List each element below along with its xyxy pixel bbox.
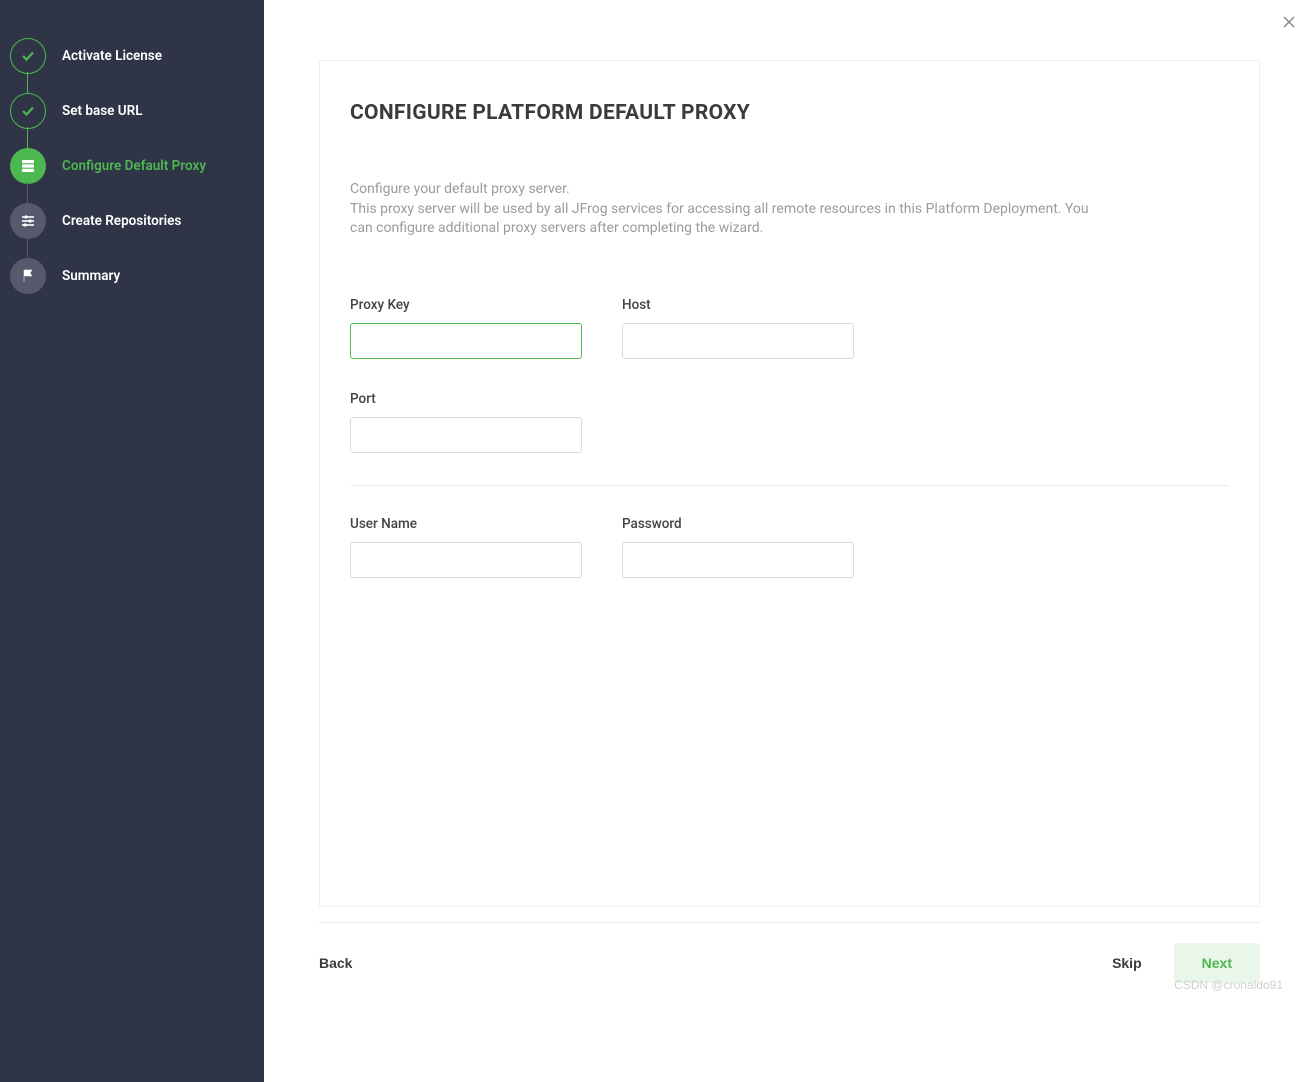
page-title: CONFIGURE PLATFORM DEFAULT PROXY (350, 101, 1229, 125)
step-create-repositories[interactable]: Create Repositories (0, 193, 264, 248)
step-summary[interactable]: Summary (0, 248, 264, 303)
proxy-key-group: Proxy Key (350, 297, 582, 359)
step-label: Create Repositories (62, 213, 181, 229)
proxy-key-label: Proxy Key (350, 297, 582, 313)
wizard-footer: Back Skip Next (319, 922, 1260, 992)
host-input[interactable] (622, 323, 854, 359)
username-input[interactable] (350, 542, 582, 578)
step-set-base-url[interactable]: Set base URL (0, 83, 264, 138)
main-panel: CONFIGURE PLATFORM DEFAULT PROXY Configu… (264, 0, 1315, 1082)
password-input[interactable] (622, 542, 854, 578)
form-row-1: Proxy Key Host (350, 297, 1229, 359)
port-input[interactable] (350, 417, 582, 453)
host-group: Host (622, 297, 854, 359)
wizard-sidebar: Activate License Set base URL Configure … (0, 0, 264, 1082)
step-configure-default-proxy[interactable]: Configure Default Proxy (0, 138, 264, 193)
host-label: Host (622, 297, 854, 313)
next-button[interactable]: Next (1174, 943, 1260, 983)
check-icon (10, 93, 46, 129)
password-label: Password (622, 516, 854, 532)
description-line2: This proxy server will be used by all JF… (350, 201, 1089, 237)
footer-left: Back (319, 955, 352, 971)
server-icon (10, 148, 46, 184)
step-label: Summary (62, 268, 120, 284)
username-group: User Name (350, 516, 582, 578)
password-group: Password (622, 516, 854, 578)
form-divider (350, 485, 1229, 486)
watermark-text: CSDN @cronaldo91 (1174, 978, 1283, 992)
close-icon[interactable] (1279, 12, 1299, 32)
page-description: Configure your default proxy server. Thi… (350, 180, 1110, 239)
step-label: Configure Default Proxy (62, 158, 206, 174)
step-label: Set base URL (62, 103, 143, 119)
proxy-key-input[interactable] (350, 323, 582, 359)
description-line1: Configure your default proxy server. (350, 181, 570, 197)
config-card: CONFIGURE PLATFORM DEFAULT PROXY Configu… (319, 60, 1260, 907)
back-button[interactable]: Back (319, 955, 352, 971)
step-list: Activate License Set base URL Configure … (0, 28, 264, 303)
step-activate-license[interactable]: Activate License (0, 28, 264, 83)
port-group: Port (350, 391, 582, 453)
port-label: Port (350, 391, 582, 407)
skip-button[interactable]: Skip (1112, 955, 1142, 971)
sliders-icon (10, 203, 46, 239)
flag-icon (10, 258, 46, 294)
step-label: Activate License (62, 48, 162, 64)
form-row-2: Port (350, 391, 1229, 453)
footer-right: Skip Next (1112, 943, 1260, 983)
form-row-3: User Name Password (350, 516, 1229, 578)
username-label: User Name (350, 516, 582, 532)
check-icon (10, 38, 46, 74)
